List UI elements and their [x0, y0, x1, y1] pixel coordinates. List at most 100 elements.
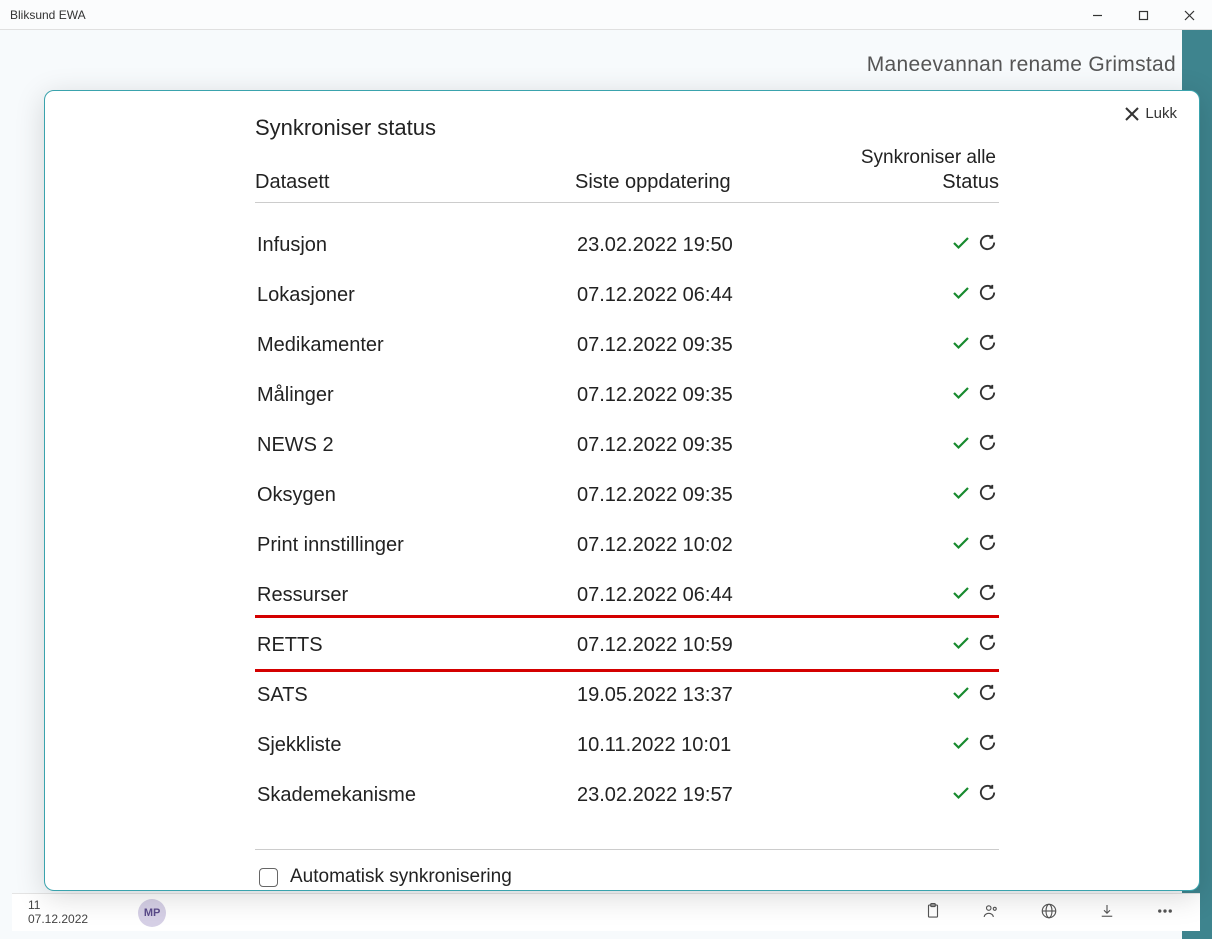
dataset-date: 07.12.2022 06:44	[577, 284, 937, 307]
check-icon	[952, 536, 970, 555]
dataset-status	[937, 683, 997, 707]
check-icon	[952, 786, 970, 805]
clipboard-icon[interactable]	[924, 902, 942, 923]
dataset-name: Sjekkliste	[257, 734, 577, 757]
table-row: Skademekanisme 23.02.2022 19:57	[255, 770, 999, 820]
table-row: Lokasjoner 07.12.2022 06:44	[255, 270, 999, 320]
dataset-date: 10.11.2022 10:01	[577, 734, 937, 757]
dataset-name: NEWS 2	[257, 434, 577, 457]
table-row: Sjekkliste 10.11.2022 10:01	[255, 720, 999, 770]
bottombar-time: 11	[28, 899, 88, 913]
dataset-name: Oksygen	[257, 484, 577, 507]
check-icon	[952, 636, 970, 655]
refresh-icon[interactable]	[978, 733, 997, 757]
window-title: Bliksund EWA	[10, 8, 86, 22]
dataset-date: 07.12.2022 09:35	[577, 334, 937, 357]
dataset-date: 07.12.2022 10:02	[577, 534, 937, 557]
dataset-status	[937, 783, 997, 807]
dataset-name: Ressurser	[257, 584, 577, 607]
dataset-name: Lokasjoner	[257, 284, 577, 307]
refresh-icon[interactable]	[978, 383, 997, 407]
dataset-date: 07.12.2022 09:35	[577, 484, 937, 507]
download-icon[interactable]	[1098, 902, 1116, 923]
dataset-name: Print innstillinger	[257, 534, 577, 557]
bottombar-date: 07.12.2022	[28, 913, 88, 927]
col-lastupdate: Siste oppdatering	[575, 171, 919, 194]
table-row: Målinger 07.12.2022 09:35	[255, 370, 999, 420]
table-row: NEWS 2 07.12.2022 09:35	[255, 420, 999, 470]
refresh-icon[interactable]	[978, 333, 997, 357]
window-maximize-button[interactable]	[1120, 0, 1166, 30]
app-context-title: Maneevannan rename Grimstad	[867, 53, 1176, 77]
dataset-status	[937, 433, 997, 457]
check-icon	[952, 486, 970, 505]
more-icon[interactable]	[1156, 902, 1174, 923]
table-row: Ressurser 07.12.2022 06:44	[255, 570, 999, 620]
refresh-icon[interactable]	[978, 583, 997, 607]
sync-modal: Lukk Synkroniser status Synkroniser alle…	[44, 90, 1200, 891]
refresh-icon[interactable]	[978, 533, 997, 557]
dataset-name: RETTS	[257, 634, 577, 657]
dataset-date: 07.12.2022 06:44	[577, 584, 937, 607]
check-icon	[952, 686, 970, 705]
col-dataset: Datasett	[255, 171, 575, 194]
dataset-status	[937, 633, 997, 657]
dataset-status	[937, 733, 997, 757]
bottom-bar: 11 07.12.2022 MP	[12, 893, 1200, 931]
refresh-icon[interactable]	[978, 433, 997, 457]
check-icon	[952, 736, 970, 755]
dataset-status	[937, 533, 997, 557]
table-row: Medikamenter 07.12.2022 09:35	[255, 320, 999, 370]
table-row: RETTS 07.12.2022 10:59	[255, 620, 999, 670]
auto-sync-label: Automatisk synkronisering	[290, 866, 512, 888]
dataset-date: 19.05.2022 13:37	[577, 684, 937, 707]
table-scroll[interactable]: ID-verifisering 09.06.2022 13:51 Infusjo…	[255, 202, 999, 837]
dataset-date: 07.12.2022 09:35	[577, 434, 937, 457]
dataset-name: Medikamenter	[257, 334, 577, 357]
refresh-icon[interactable]	[978, 683, 997, 707]
dataset-date: 07.12.2022 09:35	[577, 384, 937, 407]
check-icon	[952, 286, 970, 305]
window-minimize-button[interactable]	[1074, 0, 1120, 30]
dataset-date: 23.02.2022 19:50	[577, 234, 937, 257]
refresh-icon[interactable]	[978, 633, 997, 657]
dataset-date: 07.12.2022 10:59	[577, 634, 937, 657]
col-status: Status	[919, 171, 999, 194]
check-icon	[952, 336, 970, 355]
close-label: Lukk	[1145, 105, 1177, 122]
avatar[interactable]: MP	[138, 899, 166, 927]
table-header: Datasett Siste oppdatering Status	[255, 171, 999, 202]
people-icon[interactable]	[982, 902, 1000, 923]
close-button[interactable]: Lukk	[1125, 105, 1177, 122]
dataset-status	[937, 333, 997, 357]
dataset-name: Skademekanisme	[257, 784, 577, 807]
dataset-name: Målinger	[257, 384, 577, 407]
table-row: Oksygen 07.12.2022 09:35	[255, 470, 999, 520]
dataset-status	[937, 583, 997, 607]
sync-all-button[interactable]: Synkroniser alle	[255, 147, 999, 169]
window-close-button[interactable]	[1166, 0, 1212, 30]
dataset-name: SATS	[257, 684, 577, 707]
modal-title: Synkroniser status	[255, 115, 999, 141]
dataset-name: Infusjon	[257, 234, 577, 257]
dataset-status	[937, 383, 997, 407]
auto-sync-row[interactable]: Automatisk synkronisering	[255, 850, 999, 888]
refresh-icon[interactable]	[978, 783, 997, 807]
dataset-date: 23.02.2022 19:57	[577, 784, 937, 807]
refresh-icon[interactable]	[978, 233, 997, 257]
table-row: Infusjon 23.02.2022 19:50	[255, 220, 999, 270]
dataset-status	[937, 233, 997, 257]
dataset-status	[937, 283, 997, 307]
auto-sync-checkbox[interactable]	[259, 868, 278, 887]
check-icon	[952, 386, 970, 405]
window-titlebar: Bliksund EWA	[0, 0, 1212, 30]
table-row: ID-verifisering 09.06.2022 13:51	[255, 202, 999, 220]
check-icon	[952, 436, 970, 455]
globe-icon[interactable]	[1040, 902, 1058, 923]
refresh-icon[interactable]	[978, 283, 997, 307]
table-row: Print innstillinger 07.12.2022 10:02	[255, 520, 999, 570]
refresh-icon[interactable]	[978, 483, 997, 507]
check-icon	[952, 236, 970, 255]
app-background: Maneevannan rename Grimstad 11 07.12.202…	[0, 30, 1212, 939]
check-icon	[952, 586, 970, 605]
